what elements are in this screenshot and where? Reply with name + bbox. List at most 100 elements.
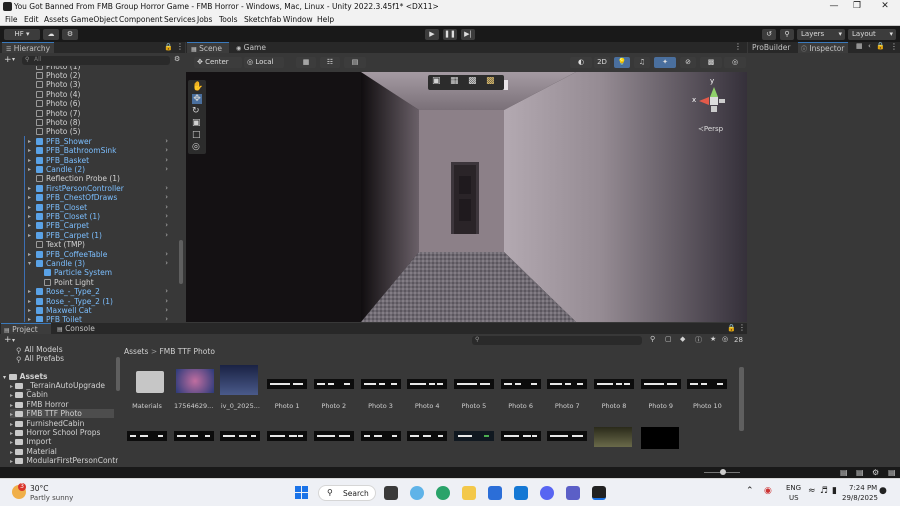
space-dropdown[interactable]: ◎ Local (244, 57, 284, 68)
rect-tool-icon[interactable]: □ (192, 130, 201, 140)
collapse-arrow-icon[interactable]: ▸ (28, 166, 31, 173)
grid-icon[interactable]: ☷ (320, 57, 340, 68)
open-prefab-icon[interactable]: › (165, 315, 168, 322)
asset-folder[interactable]: Materials (124, 357, 170, 410)
menu-help[interactable]: Help (317, 15, 334, 24)
asset-item[interactable] (124, 419, 170, 459)
minimize-icon[interactable]: — (828, 1, 840, 11)
cache-server-icon[interactable]: ▤ (856, 468, 864, 477)
open-prefab-icon[interactable]: › (165, 231, 168, 239)
lock-icon[interactable]: 🔒 (164, 43, 173, 51)
probuilder-icon[interactable]: ▦ (856, 42, 863, 50)
security-icon[interactable]: ◉ (764, 486, 772, 496)
collapse-arrow-icon[interactable]: ▸ (28, 232, 31, 239)
collapse-arrow-icon[interactable]: ▸ (28, 138, 31, 145)
asset-item[interactable]: Photo 7 (544, 357, 590, 410)
project-folder[interactable]: ▸ Horror School Props (10, 428, 114, 437)
hierarchy-row[interactable]: Maxwell Cat (36, 306, 92, 315)
camera-icon[interactable]: ▩ (700, 57, 722, 68)
add-asset-icon[interactable]: + (4, 335, 12, 345)
open-prefab-icon[interactable]: › (165, 259, 168, 267)
slider-handle[interactable] (720, 469, 726, 475)
asset-item[interactable] (217, 419, 263, 459)
visibility-icon[interactable]: ◎ (722, 335, 728, 343)
battery-icon[interactable]: ▮ (832, 486, 837, 496)
hierarchy-row[interactable]: Photo (6) (36, 99, 80, 108)
hidden-objects-icon[interactable]: ⊘ (680, 57, 696, 68)
hierarchy-row[interactable]: PFB_Shower (36, 137, 92, 146)
wireframe-icon[interactable]: ▦ (450, 76, 459, 86)
lighting-toggle-icon[interactable]: 💡 (614, 57, 630, 68)
transform-tool-icon[interactable]: ◎ (192, 142, 200, 152)
tab-scene[interactable]: ▦ Scene (187, 42, 229, 53)
add-icon[interactable]: + (4, 55, 12, 65)
asset-item[interactable] (638, 419, 684, 459)
history-icon[interactable]: ↺ (762, 29, 776, 40)
shading-mode-icon[interactable]: ◐ (570, 57, 592, 68)
project-folder[interactable]: ▸ Import (10, 437, 114, 446)
hierarchy-row[interactable]: Particle System (44, 268, 112, 277)
filter-icon[interactable]: ▢ (665, 335, 672, 343)
hierarchy-row[interactable]: Candle (2) (36, 165, 85, 174)
label-icon[interactable]: ◆ (680, 335, 685, 343)
more-icon[interactable]: ⋮ (734, 42, 742, 51)
language-label[interactable]: ENG (786, 484, 801, 492)
wifi-icon[interactable]: ≈ (808, 486, 816, 496)
move-tool-icon[interactable]: ✥ (192, 94, 202, 104)
asset-item[interactable]: Photo 8 (591, 357, 637, 410)
breadcrumb-current[interactable]: FMB TTF Photo (159, 347, 214, 356)
hierarchy-row[interactable]: Photo (4) (36, 90, 80, 99)
expand-arrow-icon[interactable]: ▾ (28, 260, 31, 267)
project-folder[interactable]: ▸ _TerrainAutoUpgrade (10, 381, 114, 390)
unity-taskbar-icon[interactable] (592, 486, 606, 500)
tab-game[interactable]: ◉ Game (232, 42, 272, 53)
hierarchy-row[interactable]: Photo (7) (36, 109, 80, 118)
asset-item[interactable] (358, 419, 404, 459)
project-folder[interactable]: ▸ ModularFirstPersonContr (10, 456, 118, 465)
snap-icon[interactable]: ▦ (296, 57, 316, 68)
asset-item[interactable]: Photo 3 (358, 357, 404, 410)
hierarchy-row[interactable]: PFB_ChestOfDraws (36, 193, 117, 202)
mode-2d-button[interactable]: 2D (594, 57, 610, 68)
clock-date[interactable]: 29/8/2025 (842, 494, 878, 502)
tab-project[interactable]: ▤ Project (1, 323, 51, 334)
taskbar-search-box[interactable]: ⚲ Search (318, 485, 376, 501)
collapse-arrow-icon[interactable]: ▸ (28, 147, 31, 154)
favorite-star-icon[interactable]: ★ (710, 335, 716, 343)
asset-item[interactable] (544, 419, 590, 459)
chevron-down-icon[interactable]: ▾ (12, 337, 15, 344)
chevron-up-icon[interactable]: ⌃ (746, 486, 754, 496)
settings-icon[interactable]: ⚙ (62, 29, 78, 40)
hierarchy-row[interactable]: Candle (3) (36, 259, 85, 268)
open-prefab-icon[interactable]: › (165, 287, 168, 295)
tab-console[interactable]: ▤ Console (54, 323, 98, 334)
hierarchy-row[interactable]: Rose_-_Type_2 (36, 287, 100, 296)
open-prefab-icon[interactable]: › (165, 212, 168, 220)
menu-gameobject[interactable]: GameObject (71, 15, 118, 24)
menu-sketchfab[interactable]: Sketchfab (244, 15, 281, 24)
open-prefab-icon[interactable]: › (165, 221, 168, 229)
project-folder[interactable]: ▸ FMB Horror (10, 400, 114, 409)
tab-hierarchy[interactable]: ☰ Hierarchy (2, 42, 54, 53)
task-view-icon[interactable] (384, 486, 398, 500)
hierarchy-row[interactable]: FirstPersonController (36, 184, 124, 193)
store-icon[interactable] (488, 486, 502, 500)
project-folder[interactable]: ▸ FMB TTF Photo (10, 409, 114, 419)
asset-item[interactable] (591, 419, 637, 459)
hierarchy-row[interactable]: Photo (8) (36, 118, 80, 127)
scale-tool-icon[interactable]: ▣ (192, 118, 201, 128)
search-icon[interactable]: ⚲ (780, 29, 794, 40)
file-explorer-icon[interactable] (462, 486, 476, 500)
open-prefab-icon[interactable]: › (165, 165, 168, 173)
filter-icon[interactable]: ⚙ (174, 55, 180, 63)
favorite-all-models[interactable]: ⚲ All Models (16, 345, 63, 355)
open-prefab-icon[interactable]: › (165, 184, 168, 192)
asset-item[interactable]: Photo 5 (451, 357, 497, 410)
open-prefab-icon[interactable]: › (165, 193, 168, 201)
edge-icon[interactable] (436, 486, 450, 500)
menu-jobs[interactable]: Jobs (197, 15, 212, 24)
collapse-arrow-icon[interactable]: ▸ (28, 213, 31, 220)
maximize-icon[interactable]: ❐ (851, 1, 863, 11)
collapse-arrow-icon[interactable]: ▸ (28, 185, 31, 192)
open-prefab-icon[interactable]: › (165, 137, 168, 145)
